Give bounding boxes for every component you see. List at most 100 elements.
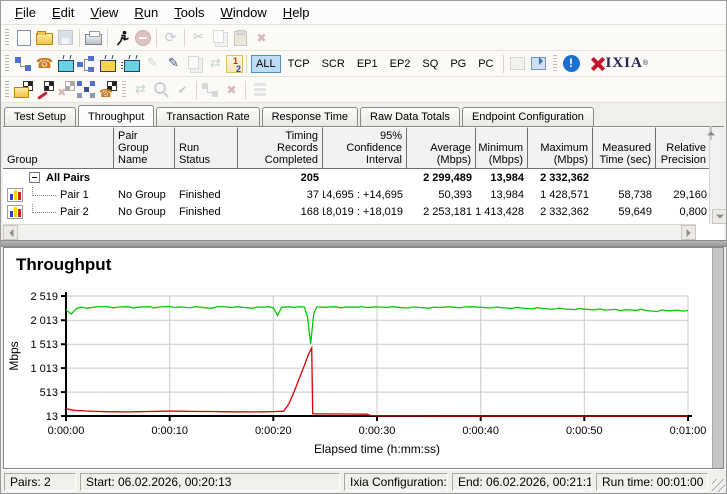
column-header-5[interactable]: Average (Mbps) xyxy=(407,127,476,168)
apply-results-icon[interactable] xyxy=(172,80,193,100)
menu-tools[interactable]: Tools xyxy=(166,3,212,22)
group-cell: All Pairs xyxy=(3,169,114,186)
scroll-up-button[interactable] xyxy=(710,126,712,140)
scroll-left-button[interactable] xyxy=(3,225,18,240)
vertical-scrollbar[interactable] xyxy=(709,127,724,224)
filter-button-pc[interactable]: PC xyxy=(473,55,498,73)
tab-throughput[interactable]: Throughput xyxy=(78,105,154,126)
column-header-1[interactable]: Pair Group Name xyxy=(114,127,175,168)
zoom-results-icon[interactable] xyxy=(151,80,172,100)
cell-timing: 168 xyxy=(238,203,323,220)
tab-response-time[interactable]: Response Time xyxy=(262,107,358,126)
info-icon[interactable] xyxy=(563,55,580,72)
add-pair-icon[interactable] xyxy=(13,54,34,74)
new-document-icon[interactable] xyxy=(13,28,34,48)
horizontal-scrollbar[interactable] xyxy=(3,224,696,240)
column-header-2[interactable]: Run Status xyxy=(175,127,238,168)
export-window-icon[interactable] xyxy=(528,54,549,74)
menu-run[interactable]: Run xyxy=(126,3,166,22)
pair-chart-icon xyxy=(7,188,23,202)
save-icon[interactable] xyxy=(55,28,76,48)
column-header-3[interactable]: Timing Records Completed xyxy=(238,127,323,168)
link-pairs-icon[interactable] xyxy=(200,80,221,100)
flag-tool-icon[interactable] xyxy=(34,80,55,100)
group-list-icon[interactable] xyxy=(249,80,270,100)
add-voip-pair-icon[interactable] xyxy=(34,54,55,74)
menu-file[interactable]: File xyxy=(7,3,44,22)
toolbar-separator xyxy=(196,81,197,99)
grid-header: GroupPair Group NameRun StatusTiming Rec… xyxy=(3,127,711,169)
toolbar-separator xyxy=(79,29,80,47)
column-header-9[interactable]: Relative Precision xyxy=(656,127,711,168)
test-toolbar xyxy=(1,77,726,103)
toolbar-grip[interactable] xyxy=(5,81,9,99)
menu-window[interactable]: Window xyxy=(213,3,275,22)
cut-icon[interactable] xyxy=(188,28,209,48)
column-header-6[interactable]: Minimum (Mbps) xyxy=(476,127,528,168)
add-video-multicast-icon[interactable] xyxy=(97,54,118,74)
edit-wizard-icon[interactable] xyxy=(163,54,184,74)
compare-results-icon[interactable] xyxy=(130,80,151,100)
row-all-pairs[interactable]: All Pairs2052 299,48913,9842 332,362 xyxy=(3,169,711,186)
menu-view[interactable]: View xyxy=(82,3,126,22)
filter-button-sq[interactable]: SQ xyxy=(417,55,443,73)
add-video-pair-icon[interactable] xyxy=(55,54,76,74)
stop-icon[interactable] xyxy=(132,28,153,48)
svg-text:0:00:30: 0:00:30 xyxy=(359,425,396,437)
copy-icon[interactable] xyxy=(209,28,230,48)
scroll-down-button[interactable] xyxy=(712,209,727,224)
add-multicast-group-icon[interactable] xyxy=(76,54,97,74)
edit-pair-icon[interactable] xyxy=(142,54,163,74)
network-pairs-icon[interactable] xyxy=(76,80,97,100)
paste-icon[interactable] xyxy=(230,28,251,48)
pairs-toolbar: ALLTCPSCREP1EP2SQPGPC IXIA ® xyxy=(1,51,726,77)
column-header-7[interactable]: Maximum (Mbps) xyxy=(528,127,593,168)
print-icon[interactable] xyxy=(83,28,104,48)
toolbar-separator xyxy=(245,81,246,99)
checkered-flag-folder-icon[interactable] xyxy=(13,80,34,100)
filter-button-all[interactable]: ALL xyxy=(251,55,281,73)
unlink-pairs-icon[interactable] xyxy=(221,80,242,100)
menu-help[interactable]: Help xyxy=(275,3,318,22)
import-window-icon[interactable] xyxy=(507,54,528,74)
panel-splitter[interactable] xyxy=(1,240,726,247)
pair-label: Pair 1 xyxy=(60,189,89,201)
replicate-pair-icon[interactable] xyxy=(184,54,205,74)
add-streaming-pair-icon[interactable] xyxy=(121,54,142,74)
column-header-8[interactable]: Measured Time (sec) xyxy=(593,127,656,168)
renumber-pairs-icon[interactable] xyxy=(226,55,243,73)
tab-test-setup[interactable]: Test Setup xyxy=(4,107,76,126)
reload-icon[interactable] xyxy=(160,28,181,48)
cell-pair_group xyxy=(114,169,175,186)
expander-icon[interactable] xyxy=(29,172,40,183)
grid-body: All Pairs2052 299,48913,9842 332,362Pair… xyxy=(3,169,711,220)
tab-raw-data-totals[interactable]: Raw Data Totals xyxy=(360,107,460,126)
filter-button-ep1[interactable]: EP1 xyxy=(352,55,383,73)
column-header-0[interactable]: Group xyxy=(3,127,114,168)
scroll-right-button[interactable] xyxy=(681,225,696,240)
status-bar: Pairs: 2Start: 06.02.2026, 00:20:13Ixia … xyxy=(1,469,726,493)
row-pair-2[interactable]: Pair 2No GroupFinished168-18,019 : +18,0… xyxy=(3,203,711,220)
status-section-1: Start: 06.02.2026, 00:20:13 xyxy=(80,473,340,491)
filter-button-ep2[interactable]: EP2 xyxy=(385,55,416,73)
menu-edit[interactable]: Edit xyxy=(44,3,82,22)
resize-grip[interactable] xyxy=(712,479,725,492)
tab-transaction-rate[interactable]: Transaction Rate xyxy=(156,107,259,126)
toolbar-separator xyxy=(246,55,247,73)
tab-strip: Test SetupThroughputTransaction RateResp… xyxy=(1,103,726,126)
swap-endpoints-icon[interactable] xyxy=(205,54,226,74)
run-test-icon[interactable] xyxy=(111,28,132,48)
filter-button-tcp[interactable]: TCP xyxy=(283,55,315,73)
column-header-4[interactable]: 95% Confidence Interval xyxy=(323,127,407,168)
filter-button-pg[interactable]: PG xyxy=(445,55,471,73)
abort-test-icon[interactable] xyxy=(55,80,76,100)
checkered-phone-icon[interactable] xyxy=(97,80,118,100)
filter-button-scr[interactable]: SCR xyxy=(317,55,350,73)
standard-toolbar xyxy=(1,25,726,51)
delete-icon[interactable] xyxy=(251,28,272,48)
toolbar-grip[interactable] xyxy=(5,55,9,73)
tab-endpoint-configuration[interactable]: Endpoint Configuration xyxy=(462,107,594,126)
toolbar-grip[interactable] xyxy=(5,29,9,47)
row-pair-1[interactable]: Pair 1No GroupFinished37-14,695 : +14,69… xyxy=(3,186,711,203)
open-folder-icon[interactable] xyxy=(34,28,55,48)
